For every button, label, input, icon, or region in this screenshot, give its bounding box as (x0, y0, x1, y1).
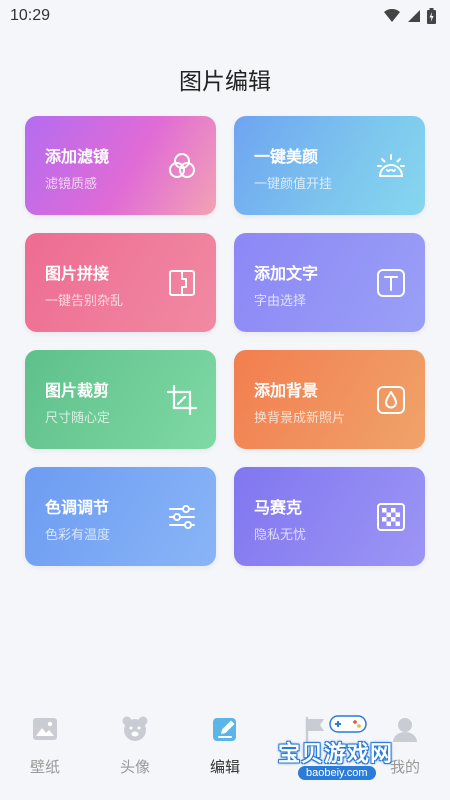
card-beauty[interactable]: 一键美颜 一键颜值开挂 (234, 116, 425, 215)
card-title: 添加文字 (254, 266, 319, 283)
wifi-icon (384, 9, 400, 22)
nav-item-wallpaper[interactable]: 壁纸 (0, 700, 90, 800)
card-subtitle: 换背景成新照片 (254, 410, 346, 425)
drop-icon (377, 386, 405, 414)
card-add-text[interactable]: 添加文字 字由选择 (234, 233, 425, 332)
crop-icon (166, 384, 198, 416)
status-bar: 10:29 (0, 0, 450, 32)
card-subtitle: 一键颜值开挂 (254, 176, 333, 191)
signal-icon (408, 10, 420, 22)
nav-label: 头像 (119, 759, 150, 776)
watermark-url: baobeiy.com (298, 766, 376, 780)
watermark-text: 宝贝游戏网 (278, 741, 394, 766)
battery-icon (427, 8, 436, 24)
watermark: 宝贝游戏网 baobeiy.com (278, 712, 428, 792)
text-icon (377, 269, 405, 297)
card-add-filter[interactable]: 添加滤镜 滤镜质感 (25, 116, 216, 215)
card-subtitle: 滤镜质感 (45, 176, 98, 191)
card-subtitle: 一键告别杂乱 (45, 293, 124, 308)
filter-circles-icon (169, 153, 195, 178)
gamepad-icon (329, 715, 367, 733)
nav-item-edit[interactable]: 编辑 (180, 700, 270, 800)
tool-grid: 添加滤镜 滤镜质感 一键美颜 一键颜值开挂 图片拼接 一键告别杂乱 添加文字 字… (25, 116, 425, 566)
system-icons (383, 8, 436, 24)
card-subtitle: 隐私无忧 (254, 527, 307, 542)
collage-icon (169, 270, 195, 296)
card-title: 添加背景 (254, 383, 319, 400)
nav-item-avatar[interactable]: 头像 (90, 700, 180, 800)
card-color-tone[interactable]: 色调调节 色彩有温度 (25, 467, 216, 566)
card-title: 图片裁剪 (45, 383, 110, 400)
page-title: 图片编辑 (179, 68, 271, 94)
card-subtitle: 字由选择 (254, 293, 307, 308)
mosaic-icon (377, 503, 405, 531)
card-subtitle: 尺寸随心定 (45, 410, 111, 425)
beauty-face-icon (377, 154, 405, 177)
nav-label: 壁纸 (29, 759, 60, 776)
wallpaper-icon (33, 718, 57, 740)
card-mosaic[interactable]: 马赛克 隐私无忧 (234, 467, 425, 566)
card-crop[interactable]: 图片裁剪 尺寸随心定 (25, 350, 216, 449)
card-title: 添加滤镜 (45, 149, 110, 166)
card-add-background[interactable]: 添加背景 换背景成新照片 (234, 350, 425, 449)
bear-avatar-icon (122, 716, 148, 741)
card-title: 一键美颜 (254, 149, 319, 166)
status-time: 10:29 (10, 7, 51, 24)
card-subtitle: 色彩有温度 (45, 527, 111, 542)
card-collage[interactable]: 图片拼接 一键告别杂乱 (25, 233, 216, 332)
sliders-icon (169, 505, 195, 529)
card-title: 马赛克 (254, 500, 303, 517)
card-title: 色调调节 (45, 500, 110, 517)
card-title: 图片拼接 (45, 266, 110, 283)
edit-icon (213, 718, 236, 741)
nav-label: 编辑 (209, 759, 240, 776)
